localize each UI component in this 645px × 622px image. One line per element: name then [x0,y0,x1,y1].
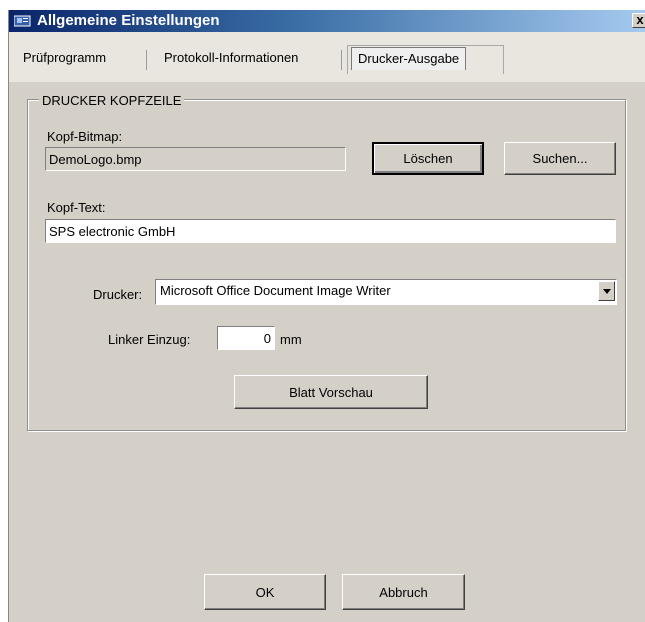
cancel-button[interactable]: Abbruch [342,574,465,610]
indent-unit: mm [280,332,302,347]
delete-button[interactable]: Löschen [372,142,484,175]
app-icon [14,15,31,27]
tab-drucker-ausgabe[interactable]: Drucker-Ausgabe [351,47,467,70]
indent-field[interactable] [217,326,275,350]
tab-strip: Prüfprogramm Protokoll-Informationen Dru… [9,32,645,82]
dialog-window: Allgemeine Einstellungen x Prüfprogramm … [8,10,645,622]
close-icon: x [636,12,644,27]
page-preview-button[interactable]: Blatt Vorschau [234,375,428,409]
window-title: Allgemeine Einstellungen [37,12,220,29]
bitmap-label: Kopf-Bitmap: [47,129,123,144]
tab-pruefprogramm[interactable]: Prüfprogramm [15,47,114,69]
search-button[interactable]: Suchen... [504,142,616,175]
title-bar[interactable]: Allgemeine Einstellungen x [9,10,645,32]
dialog-body: Allgemeine Einstellungen x Prüfprogramm … [8,10,645,622]
bitmap-field[interactable] [45,147,346,171]
close-button[interactable]: x [632,13,645,28]
printer-select-value: Microsoft Office Document Image Writer [160,283,391,298]
chevron-down-icon[interactable] [598,281,615,301]
printer-label: Drucker: [93,287,143,302]
header-text-field[interactable] [45,219,616,243]
header-text-label: Kopf-Text: [47,200,106,215]
ok-button[interactable]: OK [204,574,326,610]
indent-label: Linker Einzug: [108,332,191,347]
tab-separator [341,50,342,70]
tab-separator [146,50,147,70]
printer-select[interactable]: Microsoft Office Document Image Writer [155,279,617,305]
tab-protokoll-informationen[interactable]: Protokoll-Informationen [156,47,306,69]
group-title: DRUCKER KOPFZEILE [39,93,185,108]
